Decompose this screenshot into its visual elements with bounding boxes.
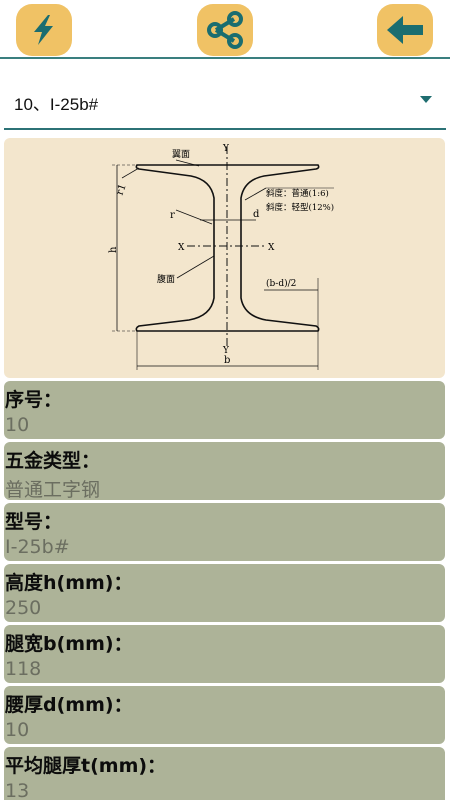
field-card-flange-width: 腿宽b(mm)： 118 — [4, 625, 445, 683]
d-label: d — [253, 209, 260, 220]
field-card-serial: 序号： 10 — [4, 381, 445, 439]
field-value: I-25b# — [5, 536, 70, 558]
field-label: 五金类型： — [5, 450, 101, 472]
b-label: b — [224, 355, 230, 366]
share-icon — [207, 11, 243, 49]
field-value: 118 — [5, 658, 42, 680]
field-value: 10 — [5, 719, 30, 741]
lightning-icon — [34, 15, 53, 45]
field-label: 平均腿厚t(mm)： — [5, 755, 167, 777]
quick-action-button[interactable] — [16, 4, 72, 56]
field-value: 10 — [5, 414, 30, 436]
back-button[interactable] — [377, 4, 433, 56]
field-label: 序号： — [5, 389, 63, 411]
dropdown-arrow-icon — [420, 96, 432, 103]
i-beam-diagram: Y Y X X 翼面 腹面 斜度：普通(1:6) 斜度：轻型(12%) r r1… — [4, 138, 445, 378]
field-value: 普通工字钢 — [5, 479, 101, 500]
slope-light-label: 斜度：轻型(12%) — [266, 202, 334, 213]
slope-normal-label: 斜度：普通(1:6) — [266, 188, 329, 199]
right-x-label: X — [268, 243, 275, 253]
model-dropdown[interactable]: 10、I-25b# — [4, 70, 446, 130]
field-label: 腿宽b(mm)： — [5, 633, 133, 655]
field-card-height: 高度h(mm)： 250 — [4, 564, 445, 622]
toolbar-divider — [0, 57, 450, 59]
web-label: 腹面 — [157, 273, 175, 285]
top-y-label: Y — [222, 144, 230, 154]
dropdown-underline — [4, 128, 446, 130]
flange-label: 翼面 — [172, 149, 190, 160]
field-value: 250 — [5, 597, 42, 619]
field-card-model: 型号： I-25b# — [4, 503, 445, 561]
toolbar — [0, 0, 450, 60]
left-x-label: X — [178, 243, 185, 253]
field-card-type: 五金类型： 普通工字钢 — [4, 442, 445, 500]
share-button[interactable] — [197, 4, 253, 56]
arrow-left-icon — [387, 16, 423, 44]
field-label: 高度h(mm)： — [5, 572, 133, 594]
model-dropdown-value: 10、I-25b# — [14, 95, 99, 114]
field-label: 腰厚d(mm)： — [5, 694, 133, 716]
field-value: 13 — [5, 780, 30, 800]
h-label: h — [108, 246, 119, 253]
field-card-web-thickness: 腰厚d(mm)： 10 — [4, 686, 445, 744]
bd2-label: (b-d)/2 — [266, 278, 296, 289]
r1-label: r1 — [115, 183, 129, 197]
field-card-flange-thickness: 平均腿厚t(mm)： 13 — [4, 747, 445, 800]
field-label: 型号： — [5, 511, 63, 533]
r-label: r — [170, 210, 175, 221]
i-beam-drawing: Y Y X X 翼面 腹面 斜度：普通(1:6) 斜度：轻型(12%) r r1… — [108, 144, 334, 370]
